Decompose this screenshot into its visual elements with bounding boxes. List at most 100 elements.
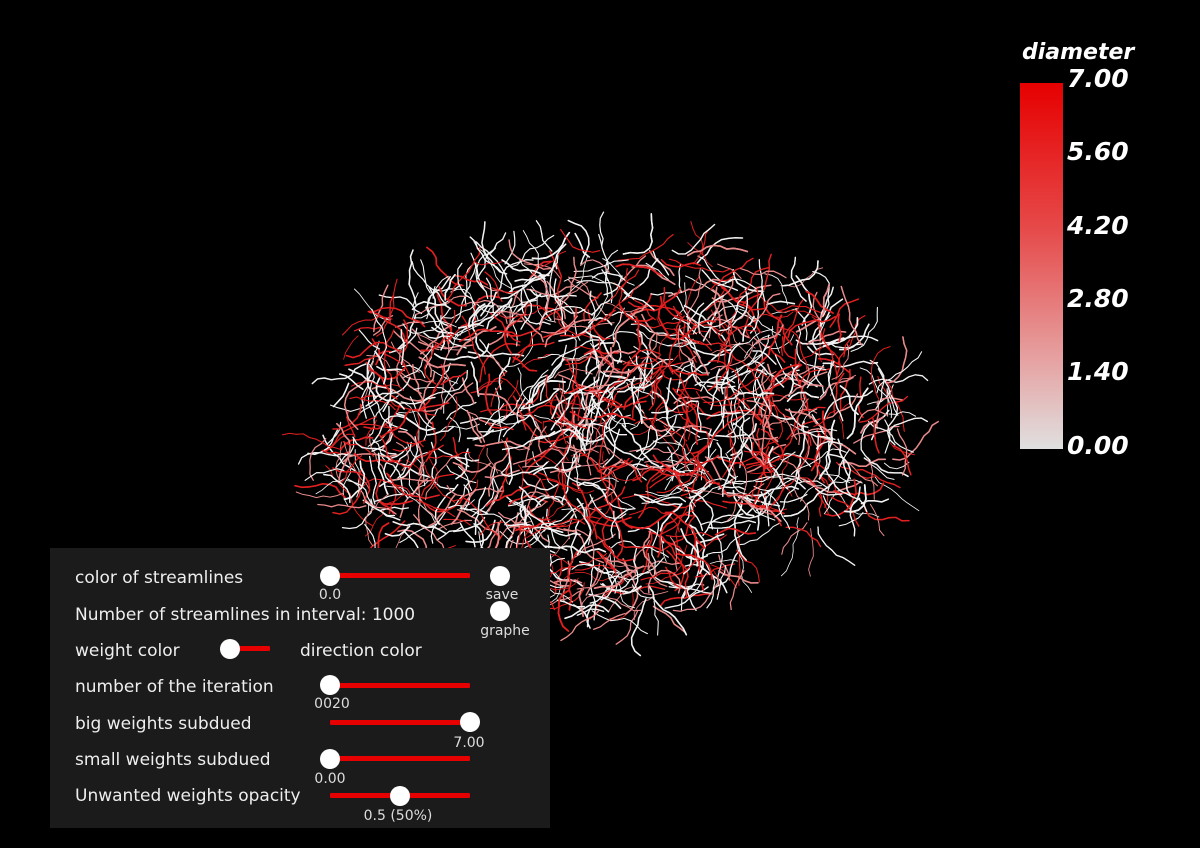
small-weights-value: 0.00 [314,771,346,787]
streamline [560,229,601,253]
streamline [740,268,787,279]
streamline [557,589,571,632]
streamline [874,476,920,512]
color-streamlines-slider-track[interactable] [330,573,470,578]
color-streamlines-label: color of streamlines [75,568,244,588]
streamline [593,507,632,523]
iteration-value: 0020 [314,696,350,712]
streamline [636,329,689,347]
streamline [817,435,857,455]
streamline [593,613,626,630]
streamline [349,492,374,527]
color-streamlines-value: 0.0 [318,587,342,603]
big-weights-label: big weights subdued [75,714,252,734]
colorbar-tick: 0.00 [1067,431,1129,460]
opacity-label: Unwanted weights opacity [75,786,301,806]
diameter-colorbar: diameter 7.00 5.60 4.20 2.80 1.40 0.00 [1000,36,1190,460]
streamline [309,437,327,481]
big-weights-slider-handle[interactable] [460,712,480,732]
streamline-count-text: Number of streamlines in interval: 1000 [75,605,416,625]
small-weights-slider-track[interactable] [330,756,470,761]
graphe-button[interactable] [490,601,510,621]
colorbar-tick: 7.00 [1067,64,1129,93]
streamline [544,545,607,554]
opacity-value: 0.5 (50%) [363,808,433,824]
streamline [574,232,591,258]
opacity-slider-handle[interactable] [390,786,410,806]
streamline [317,503,367,509]
streamline [863,502,910,522]
streamline [709,342,756,355]
streamline [332,382,350,408]
streamline [876,351,923,394]
colorbar-tick: 5.60 [1067,137,1129,166]
streamline [576,429,584,463]
streamline [817,526,856,566]
streamline [394,321,424,328]
streamline [653,600,659,636]
colorbar-tick: 4.20 [1067,211,1129,240]
streamline [591,610,648,635]
streamline [892,420,939,461]
color-mode-toggle-handle[interactable] [220,639,240,659]
colorbar-tick: 2.80 [1067,284,1129,313]
streamline [449,417,461,443]
streamline [603,432,644,461]
small-weights-label: small weights subdued [75,750,271,770]
direction-color-label: direction color [300,641,422,661]
streamline [711,326,727,366]
streamline [573,533,616,559]
small-weights-slider-handle[interactable] [320,749,340,769]
streamline [817,526,856,566]
iteration-label: number of the iteration [75,677,274,697]
streamline [593,613,626,630]
streamline [374,493,403,502]
iteration-slider-handle[interactable] [320,675,340,695]
save-button[interactable] [490,566,510,586]
streamline [376,365,405,371]
streamline [377,452,389,495]
streamline [754,367,759,397]
streamline [504,505,526,525]
streamline [829,298,859,328]
streamline [437,525,463,541]
streamline [467,444,487,490]
colorbar-title: diameter [1022,40,1135,65]
streamline [785,526,822,548]
streamline [339,373,364,390]
streamline [648,250,675,277]
streamline [622,349,661,365]
graphe-label: graphe [480,623,530,639]
streamline [408,249,417,305]
streamline [612,304,647,348]
streamline [654,576,696,588]
streamline [885,336,908,384]
streamline [622,213,654,255]
streamline [330,404,365,412]
color-streamlines-slider-handle[interactable] [320,566,340,586]
streamline [837,313,842,343]
streamline [796,398,809,445]
streamline [295,491,344,499]
streamline [470,361,480,397]
streamline [656,514,697,554]
streamline [426,246,464,287]
streamline [726,400,736,454]
streamline [889,417,928,432]
streamline [622,213,654,255]
streamline [557,589,571,632]
streamline [560,229,601,253]
streamline [446,401,477,420]
streamline [766,300,796,306]
big-weights-slider-track[interactable] [330,720,470,725]
streamline [353,326,383,332]
control-panel: color of streamlines 0.0 save Number of … [50,548,550,828]
streamline [567,219,590,265]
streamline [837,339,851,365]
streamline [655,413,684,422]
streamline [560,456,578,504]
iteration-slider-track[interactable] [330,683,470,688]
streamline [638,425,651,459]
streamline [829,298,859,328]
streamline [778,305,826,316]
